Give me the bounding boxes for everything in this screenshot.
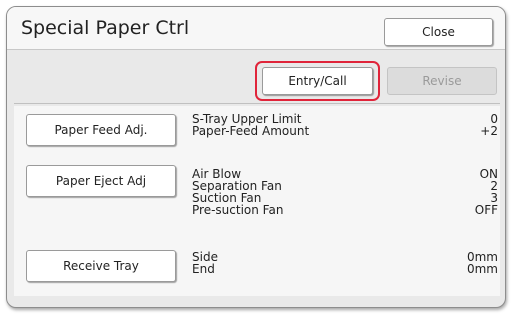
end-label: End	[192, 262, 215, 276]
close-button[interactable]: Close	[384, 18, 493, 46]
dialog-title: Special Paper Ctrl	[21, 17, 190, 39]
paper-feed-values: 0 +2	[480, 113, 498, 137]
paper-feed-adj-button[interactable]: Paper Feed Adj.	[26, 114, 176, 146]
receive-tray-labels: Side End	[192, 251, 218, 275]
toolbar-divider	[14, 103, 500, 104]
paper-eject-values: ON 2 3 OFF	[475, 168, 498, 216]
paper-feed-amount-value: +2	[480, 124, 498, 138]
end-value: 0mm	[466, 262, 498, 276]
paper-feed-amount-label: Paper-Feed Amount	[192, 124, 310, 138]
paper-feed-labels: S-Tray Upper Limit Paper-Feed Amount	[192, 113, 309, 137]
revise-button[interactable]: Revise	[387, 67, 497, 95]
receive-tray-values: 0mm 0mm	[467, 251, 498, 275]
pre-suction-fan-label: Pre-suction Fan	[192, 203, 284, 217]
paper-eject-adj-button[interactable]: Paper Eject Adj	[26, 165, 176, 197]
receive-tray-button[interactable]: Receive Tray	[26, 250, 176, 282]
entry-call-button[interactable]: Entry/Call	[262, 67, 373, 95]
paper-eject-labels: Air Blow Separation Fan Suction Fan Pre-…	[192, 168, 283, 216]
pre-suction-fan-value: OFF	[474, 203, 498, 217]
